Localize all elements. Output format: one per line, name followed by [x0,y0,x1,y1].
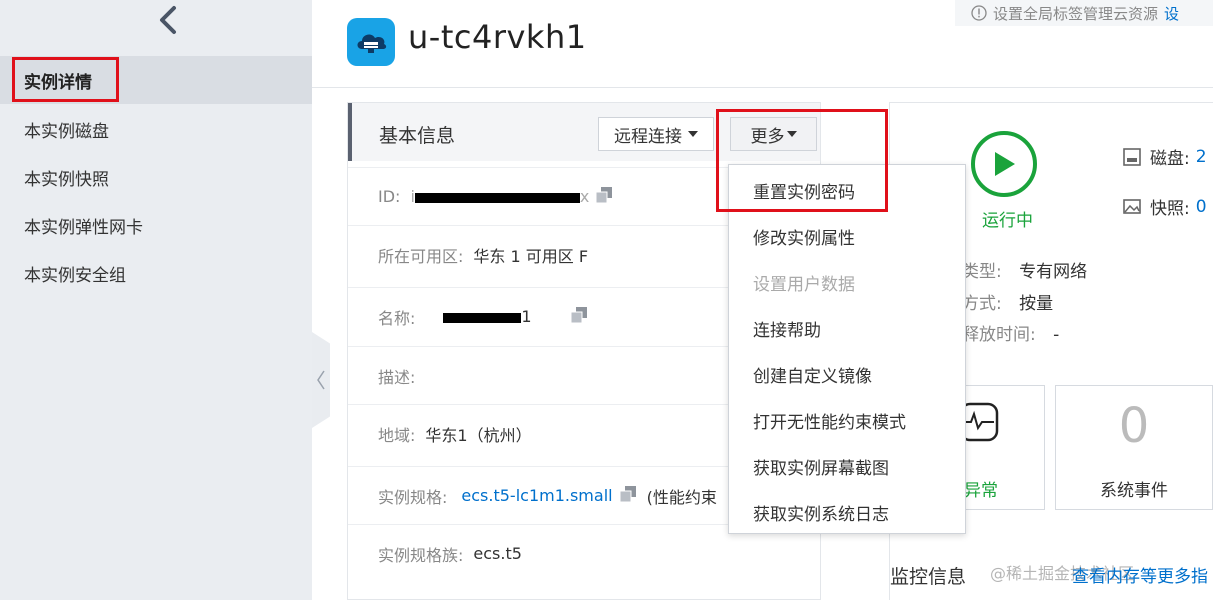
notice-link[interactable]: 设 [1164,3,1179,24]
sidebar-item-security-groups[interactable]: 本实例安全组 [0,249,312,297]
region-value: 华东1（杭州） [425,425,532,445]
sidebar-item-disks[interactable]: 本实例磁盘 [0,105,312,153]
id-value-suffix: x [579,187,590,206]
more-label: 更多 [750,126,785,147]
menu-item-modify-attributes[interactable]: 修改实例属性 [729,213,965,259]
play-icon [995,152,1015,176]
instance-icon [347,18,395,66]
disk-icon [1123,147,1141,166]
sidebar-item-label: 本实例快照 [24,169,109,190]
remote-connect-button[interactable]: 远程连接 [598,117,714,151]
region-label: 地域: [378,425,416,445]
system-events-count: 0 [1118,398,1150,454]
menu-item-label: 获取实例屏幕截图 [753,458,889,479]
basic-info-header: 基本信息 远程连接 更多 [348,103,820,161]
spec-family-label: 实例规格族: [378,545,464,565]
menu-item-label: 获取实例系统日志 [753,504,889,525]
sidebar-item-instance-details[interactable]: 实例详情 [0,56,312,104]
page-title: u-tc4rvkh1 [408,18,587,56]
release-value: - [1053,325,1060,345]
name-value: 1 [443,307,532,326]
menu-item-reset-password[interactable]: 重置实例密码 [729,167,965,213]
basic-info-title: 基本信息 [379,125,456,147]
name-label: 名称: [378,308,416,328]
remote-connect-label: 远程连接 [614,126,682,147]
menu-item-system-log[interactable]: 获取实例系统日志 [729,489,965,535]
menu-item-connect-help[interactable]: 连接帮助 [729,305,965,351]
caret-down-icon [786,131,797,137]
snapshot-count: 0 [1195,196,1207,217]
monitor-title: 监控信息 [890,566,967,588]
chevron-left-icon [160,6,176,34]
id-value: ix [410,187,589,206]
sidebar-item-label: 本实例安全组 [24,265,126,286]
snapshot-label: 快照: [1150,199,1190,219]
alert-label: 异常 [964,481,998,501]
menu-item-create-custom-image[interactable]: 创建自定义镜像 [729,351,965,397]
copy-icon[interactable] [570,306,588,328]
system-events-label: 系统事件 [1100,481,1168,501]
monitor-more-link[interactable]: 查看内存等更多指 [1072,562,1208,587]
sidebar-item-eni[interactable]: 本实例弹性网卡 [0,201,312,249]
info-icon [971,5,987,21]
billing-method-item: 方式: 按量 [962,289,1053,314]
network-type-label: 类型: [962,262,1002,282]
more-button[interactable]: 更多 [730,117,817,151]
disk-count: 2 [1195,146,1207,167]
spec-label: 实例规格: [378,487,448,507]
menu-item-label: 创建自定义镜像 [753,366,872,387]
redaction-bar [414,192,580,203]
notice-text: 设置全局标签管理云资源 [993,4,1159,23]
network-type-value: 专有网络 [1019,262,1088,282]
spec-extra: (性能约束 [646,487,717,507]
disk-label: 磁盘: [1150,149,1190,169]
network-type-item: 类型: 专有网络 [962,257,1087,282]
global-tag-notice: 设置全局标签管理云资源 设 [955,0,1213,26]
id-label: ID: [378,187,401,206]
sidebar-item-label: 实例详情 [24,72,92,93]
spec-family-value: ecs.t5 [473,544,522,563]
billing-value: 按量 [1019,294,1054,314]
menu-item-set-user-data: 设置用户数据 [729,259,965,305]
release-label: 释放时间: [962,325,1036,345]
zone-label: 所在可用区: [378,246,464,266]
copy-icon[interactable] [595,186,613,208]
sidebar-item-label: 本实例磁盘 [24,121,109,142]
snapshot-count-item[interactable]: 快照: 0 [1122,194,1207,219]
zone-value: 华东 1 可用区 F [473,246,589,266]
spec-link[interactable]: ecs.t5-lc1m1.small [461,486,612,505]
sidebar-item-label: 本实例弹性网卡 [24,217,143,238]
menu-item-screenshot[interactable]: 获取实例屏幕截图 [729,443,965,489]
release-time-item: 释放时间: - [962,320,1059,345]
sidebar: 实例详情 本实例磁盘 本实例快照 本实例弹性网卡 本实例安全组 [0,0,312,600]
back-button[interactable] [150,4,186,36]
menu-item-label: 设置用户数据 [753,274,855,295]
copy-icon[interactable] [619,485,637,507]
system-events-card[interactable]: 0 系统事件 [1055,385,1213,510]
caret-down-icon [688,131,698,137]
name-value-suffix: 1 [521,307,532,326]
billing-label: 方式: [962,294,1002,314]
sidebar-collapse-handle[interactable] [312,332,330,428]
snapshot-icon [1123,198,1141,214]
menu-item-label: 修改实例属性 [753,228,855,249]
header-divider [312,87,1213,88]
run-status-text: 运行中 [982,211,1033,231]
running-status-indicator [971,131,1037,197]
cloud-server-icon [357,34,387,53]
chevron-left-icon [317,370,325,390]
more-dropdown-menu: 重置实例密码 修改实例属性 设置用户数据 连接帮助 创建自定义镜像 打开无性能约… [728,164,966,534]
menu-item-label: 打开无性能约束模式 [753,412,906,433]
description-label: 描述: [378,367,416,387]
menu-item-label: 重置实例密码 [753,182,855,203]
disk-count-item[interactable]: 磁盘: 2 [1122,144,1207,169]
redaction-bar [443,312,522,323]
menu-item-unlimited-mode[interactable]: 打开无性能约束模式 [729,397,965,443]
menu-item-label: 连接帮助 [753,320,821,341]
sidebar-item-snapshots[interactable]: 本实例快照 [0,153,312,201]
